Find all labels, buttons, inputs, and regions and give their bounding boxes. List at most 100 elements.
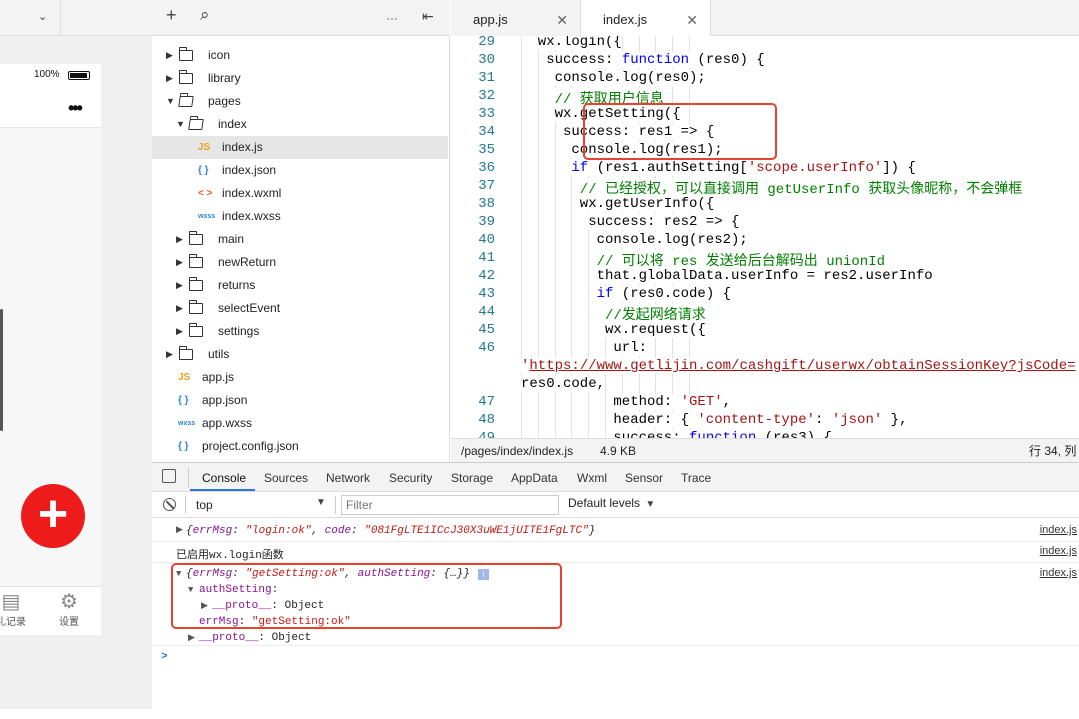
prompt-caret: > [161,651,168,663]
more-icon[interactable]: ··· [386,11,398,25]
wxss-file-icon: wxss [198,213,216,220]
highlight-box-code [583,103,777,160]
tree-folder-newReturn[interactable]: ▶ newReturn [152,251,448,274]
tree-file-app-json[interactable]: { } app.json [152,389,448,412]
tree-item-label: icon [208,48,231,62]
line-number: 37 [478,178,495,194]
tab-appdata[interactable]: AppData [511,471,558,485]
search-icon[interactable]: ⌕ [200,5,210,25]
scroll-handle[interactable] [0,309,3,431]
tree-folder-pages[interactable]: ▼ pages [152,90,448,113]
tree-folder-library[interactable]: ▶ library [152,67,448,90]
collapse-icon[interactable]: ⇤ [422,8,434,25]
tree-folder-main[interactable]: ▶ main [152,228,448,251]
console-prompt[interactable]: > [152,648,1079,668]
tree-item-label: project.config.json [202,439,299,453]
chevron-down-icon[interactable]: ▼ [176,113,186,136]
source-link[interactable]: index.js [1040,524,1077,536]
expand-arrow-icon[interactable]: ▶ [188,633,195,643]
simulator-toolbar: ⌄ [0,0,152,36]
tab-security[interactable]: Security [389,471,432,485]
tree-file-project-config-json[interactable]: { } project.config.json [152,435,448,458]
expand-arrow-icon[interactable]: ▶ [176,525,183,535]
console-filter-bar: top ▼ Default levels ▼ [152,492,1079,518]
tree-item-label: index.json [222,163,277,177]
code-editor[interactable]: 29 wx.login({30 success: function (res0) {… [451,36,1079,438]
console-output: ▶ {errMsg: "login:ok", code: "081FgLTE1I… [152,518,1079,709]
console-filter-input[interactable] [341,495,559,515]
folder-icon [189,254,203,268]
tree-folder-settings[interactable]: ▶ settings [152,320,448,343]
phone-tab-bar: ▤ 礼记录 ⚙ 设置 [0,586,101,635]
source-link[interactable]: index.js [1040,567,1077,579]
tab-network[interactable]: Network [326,471,370,485]
tab-console[interactable]: Console [202,471,246,485]
highlight-box-console [171,563,562,629]
tab-sensor[interactable]: Sensor [625,471,663,485]
add-file-icon[interactable]: + [166,5,177,26]
tree-folder-utils[interactable]: ▶ utils [152,343,448,366]
code-line: success: function (res0) { [546,52,765,68]
chevron-right-icon[interactable]: ▶ [176,228,186,251]
tree-folder-returns[interactable]: ▶ returns [152,274,448,297]
context-select[interactable]: top ▼ [190,494,330,515]
code-line: method: 'GET', [613,394,732,410]
tree-folder-selectEvent[interactable]: ▶ selectEvent [152,297,448,320]
chevron-right-icon[interactable]: ▶ [166,44,176,67]
chevron-right-icon[interactable]: ▶ [166,343,176,366]
dropdown-arrow-icon: ▼ [316,497,326,508]
tree-file-index-wxml[interactable]: < > index.wxml [152,182,448,205]
tree-file-index-js[interactable]: JS index.js [152,136,448,159]
line-number: 33 [478,106,495,122]
tree-item-label: app.js [202,370,235,384]
tree-item-label: library [208,71,241,85]
code-line: url: [613,340,647,356]
wxml-file-icon: < > [198,188,213,199]
folder-icon [188,119,204,130]
chevron-right-icon[interactable]: ▶ [176,297,186,320]
folder-icon [189,277,203,291]
code-line: wx.getUserInfo({ [579,196,715,212]
close-icon[interactable]: ✕ [686,0,698,40]
chevron-down-icon[interactable]: ⌄ [38,10,47,23]
line-number: 39 [478,214,495,230]
tab-trace[interactable]: Trace [681,471,711,485]
line-number: 46 [478,340,495,356]
log-levels-label: Default levels [568,496,641,510]
tab-settings[interactable]: ⚙ 设置 [44,591,94,628]
tree-item-label: newReturn [218,255,277,269]
code-line: wx.request({ [605,322,706,338]
tree-file-index-wxss[interactable]: wxss index.wxss [152,205,448,228]
tab-label: index.js [603,12,648,27]
tree-file-app-js[interactable]: JS app.js [152,366,448,389]
inspect-icon[interactable] [162,469,176,483]
chevron-right-icon[interactable]: ▶ [166,67,176,90]
tab-sources[interactable]: Sources [264,471,308,485]
tab-wxml[interactable]: Wxml [577,471,607,485]
tree-item-label: index.wxss [222,209,281,223]
chevron-right-icon[interactable]: ▶ [176,320,186,343]
context-value: top [196,498,213,512]
source-link[interactable]: index.js [1040,545,1077,557]
tab-app-js[interactable]: app.js ✕ [451,0,581,36]
tab-index-js[interactable]: index.js ✕ [581,0,711,37]
more-menu-icon[interactable]: ••• [68,98,83,119]
close-icon[interactable]: ✕ [556,0,568,40]
folder-icon [189,323,203,337]
chevron-down-icon[interactable]: ▼ [166,90,176,113]
log-levels-select[interactable]: Default levels ▼ [568,496,658,514]
tab-storage[interactable]: Storage [451,471,493,485]
json-file-icon: { } [178,395,189,406]
tree-file-app-wxss[interactable]: wxss app.wxss [152,412,448,435]
tree-item-label: returns [218,278,256,292]
console-log-entry[interactable]: ▶ {errMsg: "login:ok", code: "081FgLTE1I… [152,520,1079,542]
chevron-right-icon[interactable]: ▶ [176,251,186,274]
tree-item-label: app.json [202,393,248,407]
tree-folder-icon[interactable]: ▶ icon [152,44,448,67]
tree-file-index-json[interactable]: { } index.json [152,159,448,182]
chevron-right-icon[interactable]: ▶ [176,274,186,297]
tab-gift-record[interactable]: ▤ 礼记录 [0,591,36,628]
add-button[interactable]: + [21,484,85,548]
line-number: 34 [478,124,495,140]
tree-folder-index[interactable]: ▼ index [152,113,448,136]
